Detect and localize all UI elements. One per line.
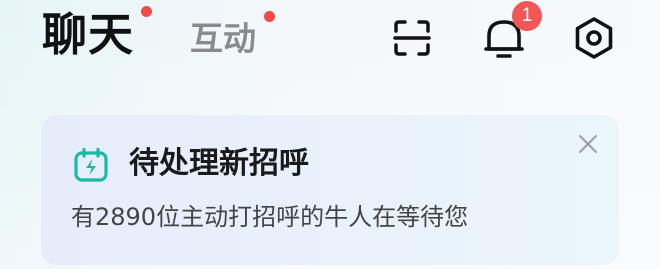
card-close-button[interactable]: [573, 129, 603, 159]
notification-badge: 1: [512, 1, 542, 31]
calendar-lightning-icon: [74, 147, 108, 182]
card-title: 待处理新招呼: [129, 146, 309, 181]
scan-button[interactable]: [388, 14, 436, 62]
card-icon-wrapper: [73, 147, 109, 183]
unread-dot-chat: [141, 6, 152, 17]
card-subtitle: 有2890位主动打招呼的牛人在等待您: [71, 203, 469, 231]
settings-button[interactable]: [570, 14, 618, 62]
scan-icon: [393, 20, 431, 56]
pending-greetings-card[interactable]: 待处理新招呼 有2890位主动打招呼的牛人在等待您: [41, 115, 619, 265]
close-icon: [579, 135, 597, 153]
tab-interact[interactable]: 互动: [190, 22, 256, 55]
unread-dot-interact: [264, 11, 275, 22]
settings-icon: [575, 17, 613, 59]
tab-chat[interactable]: 聊天: [42, 12, 134, 57]
top-header: 聊天 互动 1: [0, 0, 660, 90]
